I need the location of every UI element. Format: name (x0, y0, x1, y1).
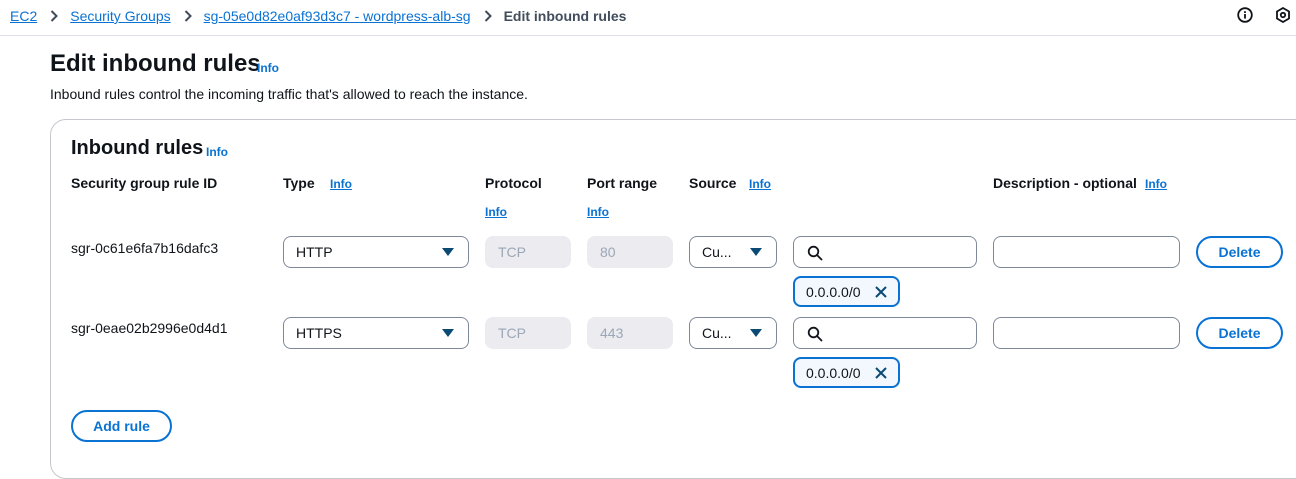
source-token-label: 0.0.0.0/0 (806, 364, 861, 381)
source-search-input[interactable] (793, 236, 977, 268)
description-info-link[interactable]: Info (1145, 177, 1167, 191)
page-title: Edit inbound rules (50, 50, 261, 77)
panel-title: Inbound rules (71, 137, 204, 159)
type-select[interactable]: HTTP (283, 236, 469, 268)
source-token: 0.0.0.0/0 (793, 357, 900, 388)
source-type-value: Cu... (702, 325, 732, 341)
breadcrumb: EC2 Security Groups sg-05e0d82e0af93d3c7… (10, 7, 626, 25)
delete-button[interactable]: Delete (1196, 317, 1283, 349)
caret-down-icon (442, 248, 454, 256)
col-header-description: Description - optional (993, 175, 1137, 191)
protocol-field: TCP (485, 317, 571, 349)
top-bar: EC2 Security Groups sg-05e0d82e0af93d3c7… (0, 0, 1296, 36)
panel-info-link[interactable]: Info (206, 145, 228, 159)
breadcrumb-security-group[interactable]: sg-05e0d82e0af93d3c7 - wordpress-alb-sg (204, 8, 471, 24)
source-token-label: 0.0.0.0/0 (806, 283, 861, 300)
settings-hex-icon[interactable] (1275, 6, 1291, 24)
port-range-field: 443 (587, 317, 673, 349)
col-header-rule-id: Security group rule ID (71, 175, 218, 191)
type-select-value: HTTP (296, 244, 333, 260)
source-info-link[interactable]: Info (749, 177, 771, 191)
inbound-rules-panel (50, 119, 1296, 479)
port-range-field: 80 (587, 236, 673, 268)
rule-id: sgr-0eae02b2996e0d4d1 (71, 320, 228, 336)
page-description: Inbound rules control the incoming traff… (50, 86, 528, 102)
close-icon[interactable] (874, 366, 888, 380)
source-type-select[interactable]: Cu... (689, 317, 777, 349)
col-header-source: Source (689, 175, 737, 191)
chevron-right-icon (50, 10, 59, 22)
description-input[interactable] (993, 236, 1180, 268)
delete-button[interactable]: Delete (1196, 236, 1283, 268)
col-header-type: Type (283, 175, 315, 191)
source-search-input[interactable] (793, 317, 977, 349)
close-icon[interactable] (874, 285, 888, 299)
breadcrumb-ec2[interactable]: EC2 (10, 8, 37, 24)
type-select-value: HTTPS (296, 325, 342, 341)
search-icon (807, 245, 823, 261)
caret-down-icon (750, 329, 762, 337)
chevron-right-icon (184, 10, 192, 22)
page-info-link[interactable]: Info (257, 61, 279, 75)
caret-down-icon (442, 329, 454, 337)
col-header-protocol: Protocol (485, 175, 542, 191)
breadcrumb-security-groups[interactable]: Security Groups (70, 8, 170, 24)
rule-id: sgr-0c61e6fa7b16dafc3 (71, 240, 219, 256)
description-input[interactable] (993, 317, 1180, 349)
protocol-info-link[interactable]: Info (485, 205, 507, 219)
protocol-field: TCP (485, 236, 571, 268)
source-token: 0.0.0.0/0 (793, 276, 900, 307)
source-type-select[interactable]: Cu... (689, 236, 777, 268)
caret-down-icon (750, 248, 762, 256)
port-range-info-link[interactable]: Info (587, 205, 609, 219)
type-info-link[interactable]: Info (330, 177, 352, 191)
search-icon (807, 326, 823, 342)
add-rule-button[interactable]: Add rule (71, 410, 172, 442)
chevron-right-icon (484, 10, 492, 22)
source-type-value: Cu... (702, 244, 732, 260)
type-select[interactable]: HTTPS (283, 317, 469, 349)
breadcrumb-current: Edit inbound rules (503, 8, 627, 24)
col-header-port-range: Port range (587, 175, 658, 191)
info-circle-icon[interactable] (1237, 7, 1253, 23)
